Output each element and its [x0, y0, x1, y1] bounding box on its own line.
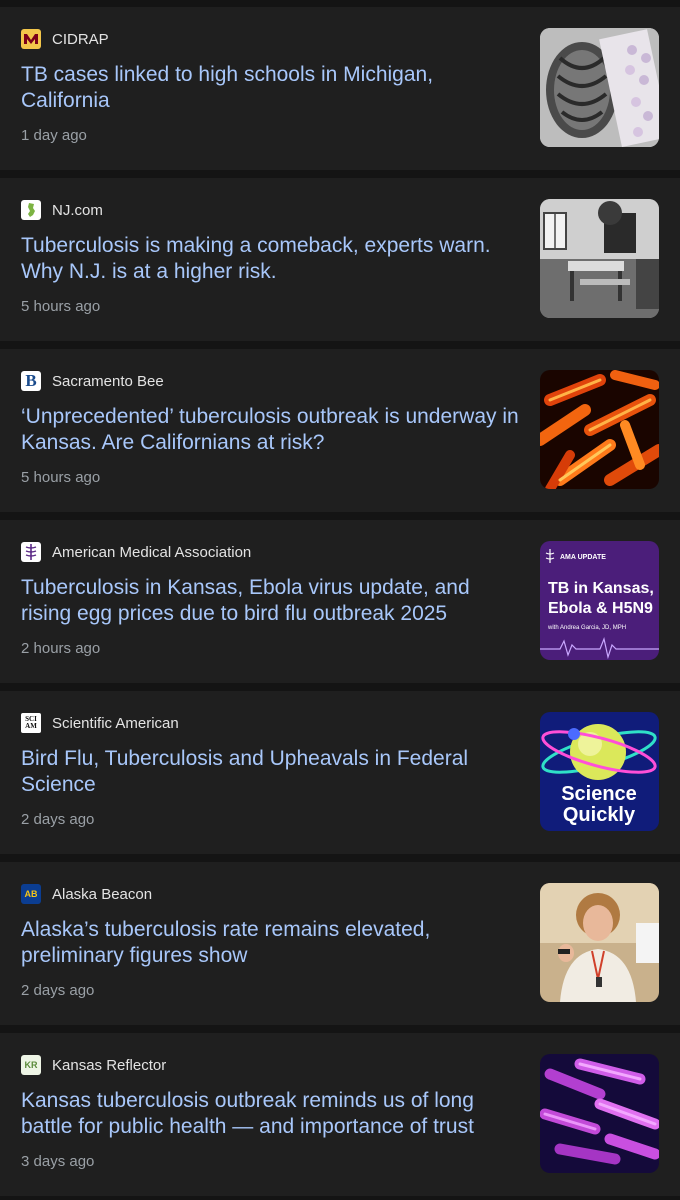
source-row: NJ.com — [21, 200, 103, 220]
timestamp: 1 day ago — [21, 127, 87, 144]
source-name: American Medical Association — [52, 543, 252, 561]
news-card[interactable]: SCI AM Scientific American Bird Flu, Tub… — [0, 691, 680, 854]
headline-link[interactable]: Tuberculosis in Kansas, Ebola virus upda… — [21, 575, 521, 627]
news-card[interactable]: KR Kansas Reflector Kansas tuberculosis … — [0, 1033, 680, 1196]
scientific-american-logo-icon: SCI AM — [21, 713, 41, 733]
headline-link[interactable]: Bird Flu, Tuberculosis and Upheavals in … — [21, 746, 521, 798]
source-name: NJ.com — [52, 201, 103, 219]
source-row: AB Alaska Beacon — [21, 884, 152, 904]
article-thumbnail[interactable] — [540, 199, 659, 318]
headline-link[interactable]: Kansas tuberculosis outbreak reminds us … — [21, 1088, 521, 1140]
alaska-beacon-logo-icon: AB — [21, 884, 41, 904]
headline-link[interactable]: Tuberculosis is making a comeback, exper… — [21, 233, 521, 285]
thumb-byline: with Andrea Garcia, JD, MPH — [547, 625, 626, 631]
headline-link[interactable]: Alaska’s tuberculosis rate remains eleva… — [21, 917, 521, 969]
timestamp: 3 days ago — [21, 1153, 95, 1170]
timestamp: 2 days ago — [21, 982, 95, 999]
timestamp: 5 hours ago — [21, 298, 101, 315]
source-row: American Medical Association — [21, 542, 251, 562]
source-name: Sacramento Bee — [52, 372, 164, 390]
source-name: Scientific American — [52, 714, 179, 732]
news-card[interactable]: NJ.com Tuberculosis is making a comeback… — [0, 178, 680, 341]
source-name: CIDRAP — [52, 30, 109, 48]
thumb-title-line-1: TB in Kansas, — [548, 580, 654, 597]
news-card[interactable]: AB Alaska Beacon Alaska’s tuberculosis r… — [0, 862, 680, 1025]
thumb-title-line-1: Science — [561, 783, 637, 805]
article-thumbnail[interactable]: Science Quickly — [540, 712, 659, 831]
news-card[interactable]: B Sacramento Bee ‘Unprecedented’ tubercu… — [0, 349, 680, 512]
article-thumbnail[interactable] — [540, 1054, 659, 1173]
source-row: CIDRAP — [21, 29, 109, 49]
university-of-minnesota-logo-icon — [21, 29, 41, 49]
article-thumbnail[interactable] — [540, 883, 659, 1002]
thumb-title-line-2: Ebola & H5N9 — [548, 600, 653, 617]
nj-state-logo-icon — [21, 200, 41, 220]
headline-link[interactable]: ‘Unprecedented’ tuberculosis outbreak is… — [21, 404, 521, 456]
sacramento-bee-logo-icon: B — [21, 371, 41, 391]
source-name: Kansas Reflector — [52, 1056, 167, 1074]
source-name: Alaska Beacon — [52, 885, 153, 903]
source-row: B Sacramento Bee — [21, 371, 164, 391]
thumb-tag: AMA UPDATE — [560, 554, 606, 561]
timestamp: 2 hours ago — [21, 640, 101, 657]
ama-caduceus-logo-icon — [21, 542, 41, 562]
source-row: SCI AM Scientific American — [21, 713, 179, 733]
article-thumbnail[interactable] — [540, 28, 659, 147]
timestamp: 2 days ago — [21, 811, 95, 828]
article-thumbnail[interactable] — [540, 370, 659, 489]
headline-link[interactable]: TB cases linked to high schools in Michi… — [21, 62, 521, 114]
kansas-reflector-logo-icon: KR — [21, 1055, 41, 1075]
article-thumbnail[interactable]: AMA UPDATE TB in Kansas, Ebola & H5N9 wi… — [540, 541, 659, 660]
source-row: KR Kansas Reflector — [21, 1055, 166, 1075]
timestamp: 5 hours ago — [21, 469, 101, 486]
news-card[interactable]: CIDRAP TB cases linked to high schools i… — [0, 7, 680, 170]
news-feed: CIDRAP TB cases linked to high schools i… — [0, 0, 680, 1200]
thumb-title-line-2: Quickly — [563, 804, 636, 826]
news-card[interactable]: American Medical Association Tuberculosi… — [0, 520, 680, 683]
